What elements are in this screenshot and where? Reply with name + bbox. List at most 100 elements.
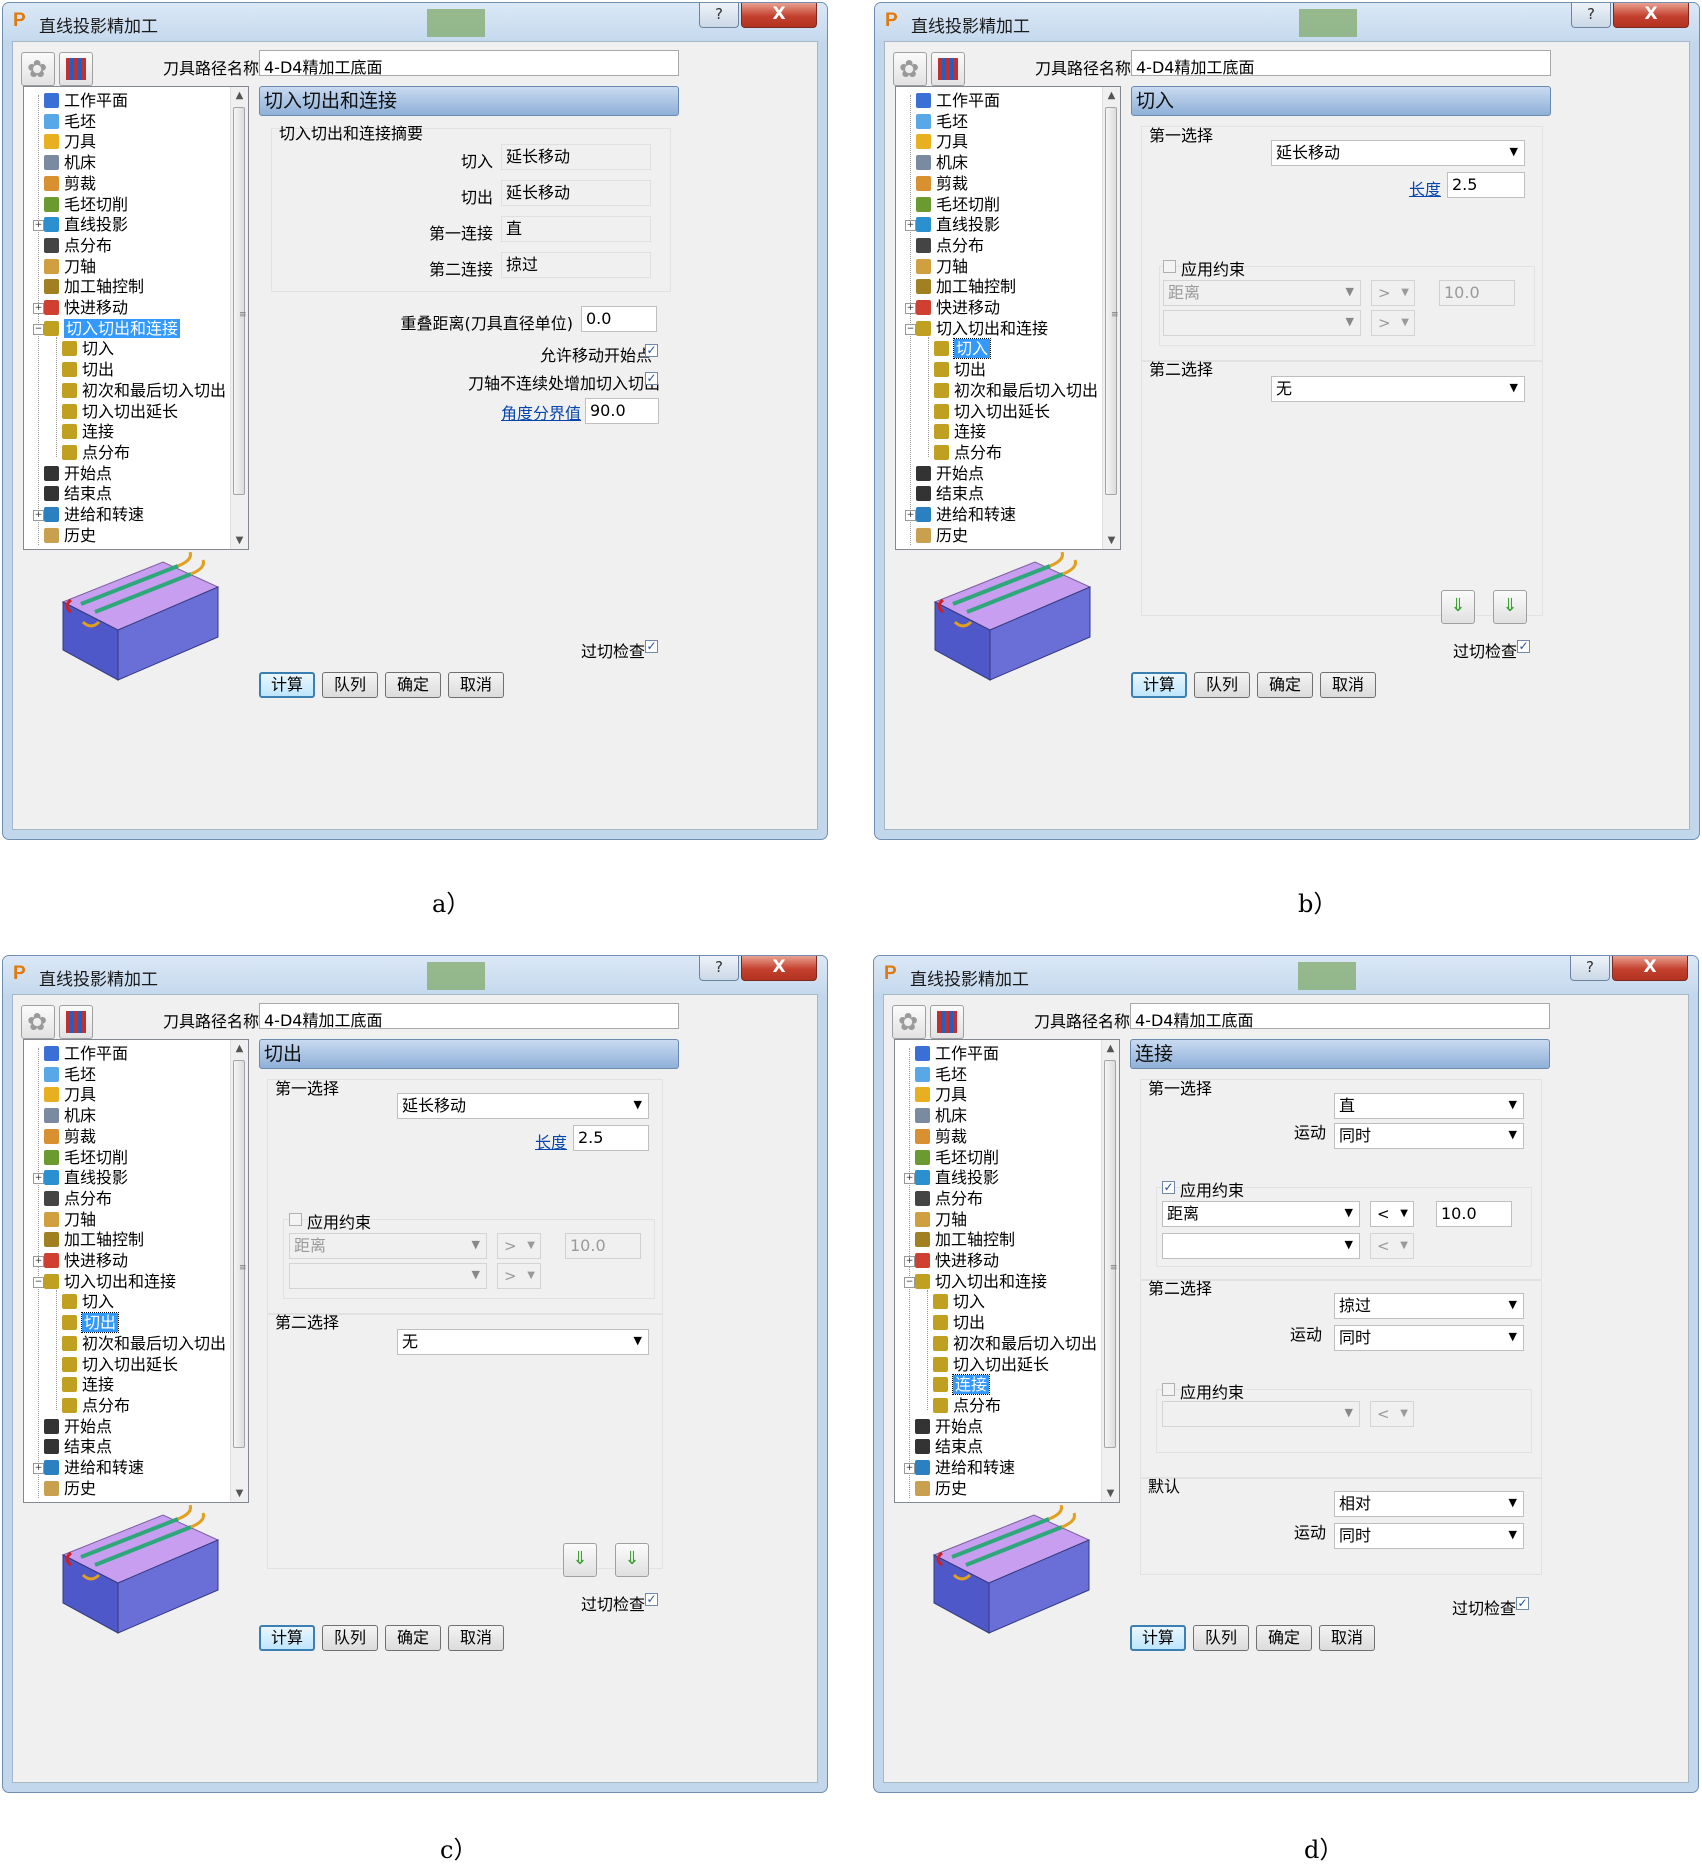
tree-item[interactable]: 直线投影 (915, 1168, 999, 1188)
strategy-tree[interactable]: ▲ ≡ ▼ 工作平面 毛坯 刀具 机床 剪裁 毛坯切削 + 直线投影 点分布 刀轴 加工轴控制 + 快进移动 −… (23, 86, 249, 550)
tree-expander-icon[interactable]: + (33, 1173, 44, 1185)
tree-item[interactable]: 开始点 (916, 464, 984, 484)
tree-item[interactable]: 直线投影 (44, 1168, 128, 1188)
tree-expander-icon[interactable]: + (33, 1256, 44, 1267)
tree-item[interactable]: 毛坯切削 (916, 195, 1000, 215)
calculate-button[interactable]: 计算 (1130, 1625, 1186, 1651)
queue-button[interactable]: 队列 (1193, 1625, 1249, 1651)
tree-item[interactable]: 切出 (62, 1312, 120, 1334)
tree-item[interactable]: 毛坯 (44, 1065, 96, 1085)
constraint-operator-select-3[interactable]: < ▼ (1370, 1401, 1414, 1427)
gouge-check-checkbox[interactable]: ✓ (1516, 1597, 1529, 1610)
tree-item[interactable]: 机床 (44, 1106, 96, 1126)
default-select[interactable]: 相对 ▼ (1334, 1491, 1524, 1517)
tree-item[interactable]: 加工轴控制 (44, 277, 144, 297)
toolpath-icon[interactable] (59, 1005, 93, 1039)
tree-item[interactable]: 刀轴 (915, 1210, 967, 1230)
tree-item[interactable]: 切入 (62, 1292, 114, 1312)
tree-item[interactable]: 刀具 (44, 132, 96, 152)
tree-item[interactable]: 连接 (62, 422, 114, 442)
tree-item[interactable]: 点分布 (915, 1189, 983, 1209)
angle-threshold-input[interactable]: 90.0 (585, 398, 659, 424)
constraint-type-select-2[interactable]: ▼ (1162, 1233, 1360, 1259)
tree-item[interactable]: 刀具 (916, 132, 968, 152)
second-choice-select[interactable]: 掠过 ▼ (1334, 1293, 1524, 1319)
tree-scrollbar[interactable]: ▲ ≡ ▼ (1101, 1040, 1119, 1502)
queue-button[interactable]: 队列 (322, 1625, 378, 1651)
tree-item[interactable]: 加工轴控制 (916, 277, 1016, 297)
calculate-button[interactable]: 计算 (259, 672, 315, 698)
tree-expander-icon[interactable]: + (33, 1463, 44, 1474)
tree-item[interactable]: 结束点 (916, 484, 984, 504)
tree-expander-icon[interactable]: − (905, 323, 916, 335)
close-button[interactable]: X (741, 3, 817, 28)
constraint-type-select-3[interactable]: ▼ (1162, 1401, 1360, 1427)
tree-item[interactable]: 工作平面 (916, 91, 1000, 111)
calculate-button[interactable]: 计算 (1131, 672, 1187, 698)
first-choice-select[interactable]: 直 ▼ (1334, 1093, 1524, 1119)
constraint-type-select-2[interactable]: ▼ (1163, 310, 1361, 336)
angle-threshold-link[interactable]: 角度分界值 (501, 400, 581, 424)
tree-item[interactable]: 连接 (933, 1374, 991, 1396)
scroll-thumb[interactable]: ≡ (233, 1060, 247, 1448)
tree-expander-icon[interactable]: + (904, 1463, 915, 1474)
tree-item[interactable]: 初次和最后切入切出 (934, 381, 1098, 401)
tree-expander-icon[interactable]: + (905, 303, 916, 314)
constraint-operator-select[interactable]: > ▼ (497, 1233, 541, 1259)
tree-item[interactable]: 切入 (62, 339, 114, 359)
scroll-thumb[interactable]: ≡ (1104, 1060, 1118, 1448)
tree-item[interactable]: 切入 (933, 1292, 985, 1312)
scroll-up-icon[interactable]: ▲ (231, 87, 248, 104)
toolpath-icon[interactable] (59, 52, 93, 86)
tree-item[interactable]: 刀轴 (44, 257, 96, 277)
constraint-value-input[interactable]: 10.0 (565, 1233, 641, 1259)
tree-item[interactable]: 刀具 (915, 1085, 967, 1105)
tree-expander-icon[interactable]: − (33, 1276, 44, 1288)
tree-item[interactable]: 机床 (916, 153, 968, 173)
tree-item[interactable]: 结束点 (44, 484, 112, 504)
tree-item[interactable]: 点分布 (933, 1396, 1001, 1416)
close-button[interactable]: X (1612, 956, 1688, 981)
tree-expander-icon[interactable]: + (905, 510, 916, 521)
add-on-discontinuity-checkbox[interactable]: ✓ (645, 372, 658, 385)
gouge-check-checkbox[interactable]: ✓ (645, 1593, 658, 1606)
scroll-down-icon[interactable]: ▼ (231, 532, 248, 549)
tree-scrollbar[interactable]: ▲ ≡ ▼ (230, 1040, 248, 1502)
strategy-tree[interactable]: ▲ ≡ ▼ 工作平面 毛坯 刀具 机床 剪裁 毛坯切削 + 直线投影 点分布 刀轴 加工轴控制 + 快进移动 −… (23, 1039, 249, 1503)
tree-item[interactable]: 毛坯 (916, 112, 968, 132)
swap-lead-icon[interactable]: ⇓ (615, 1543, 649, 1577)
tree-item[interactable]: 进给和转速 (915, 1458, 1015, 1478)
constraint-type-select[interactable]: 距离 ▼ (289, 1233, 487, 1259)
cancel-button[interactable]: 取消 (1320, 672, 1376, 698)
constraint-value-input[interactable]: 10.0 (1436, 1201, 1512, 1227)
constraint-type-select[interactable]: 距离 ▼ (1163, 280, 1361, 306)
help-button[interactable]: ? (1570, 956, 1610, 981)
tree-item[interactable]: 历史 (44, 526, 96, 546)
tree-item[interactable]: 进给和转速 (916, 505, 1016, 525)
tree-item[interactable]: 开始点 (915, 1417, 983, 1437)
tree-item[interactable]: 刀具 (44, 1085, 96, 1105)
settings-gear-icon[interactable]: ✿ (21, 1005, 55, 1039)
tree-item[interactable]: 刀轴 (916, 257, 968, 277)
settings-gear-icon[interactable]: ✿ (892, 1005, 926, 1039)
tree-item[interactable]: 进给和转速 (44, 1458, 144, 1478)
close-button[interactable]: X (741, 956, 817, 981)
ok-button[interactable]: 确定 (385, 672, 441, 698)
scroll-up-icon[interactable]: ▲ (231, 1040, 248, 1057)
tree-item[interactable]: 工作平面 (915, 1044, 999, 1064)
first-motion-select[interactable]: 同时 ▼ (1334, 1123, 1524, 1149)
tree-item[interactable]: 切出 (62, 360, 114, 380)
tree-item[interactable]: 切入切出和连接 (44, 318, 181, 339)
copy-to-lead-out-icon[interactable]: ⇓ (1441, 590, 1475, 624)
apply-constraint-checkbox[interactable] (1163, 260, 1176, 273)
tree-item[interactable]: 剪裁 (915, 1127, 967, 1147)
tree-expander-icon[interactable]: + (33, 303, 44, 314)
strategy-tree[interactable]: ▲ ≡ ▼ 工作平面 毛坯 刀具 机床 剪裁 毛坯切削 + 直线投影 点分布 刀轴 加工轴控制 + 快进移动 −… (895, 86, 1121, 550)
tree-item[interactable]: 开始点 (44, 464, 112, 484)
length-link[interactable]: 长度 (1409, 176, 1441, 200)
tree-item[interactable]: 结束点 (915, 1437, 983, 1457)
gouge-check-checkbox[interactable]: ✓ (1517, 640, 1530, 653)
apply-constraint-checkbox[interactable]: ✓ (1162, 1181, 1175, 1194)
tree-item[interactable]: 切入切出延长 (62, 1355, 178, 1375)
tree-item[interactable]: 点分布 (44, 236, 112, 256)
